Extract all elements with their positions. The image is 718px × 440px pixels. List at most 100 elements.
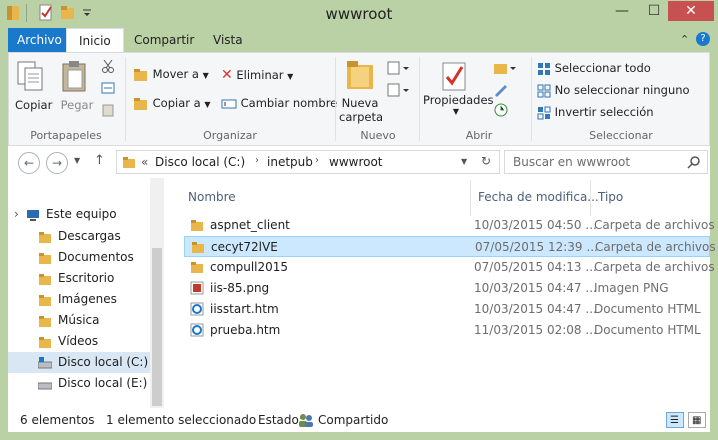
file-row[interactable]: aspnet_client 10/03/2015 04:50 ... Carpeta… [184, 215, 715, 236]
copy-to-button[interactable]: Copiar a ▼ [133, 96, 211, 111]
search-box[interactable]: Buscar en wwwroot [504, 150, 708, 174]
forward-button[interactable]: → [46, 152, 68, 174]
copy-to-label: Copiar a [152, 96, 201, 110]
documents-folder-icon [38, 251, 52, 264]
large-icons-view-button[interactable]: ▦ [688, 412, 706, 428]
select-none-label: No seleccionar ninguno [554, 83, 690, 97]
folder-icon [123, 157, 135, 168]
search-icon[interactable] [687, 155, 701, 169]
content-area: Este equipo › Descargas Documentos Escritori… [8, 178, 716, 408]
breadcrumb-disco-c[interactable]: Disco local (C:) [155, 155, 245, 169]
details-view-button[interactable]: ☰ [666, 412, 684, 428]
nav-item-1[interactable]: Descargas [8, 226, 150, 247]
minimize-button[interactable]: — [608, 1, 636, 21]
file-type: Documento HTML [594, 302, 701, 316]
breadcrumb-overflow[interactable]: « [141, 155, 148, 169]
properties-icon [442, 62, 466, 91]
group-abrir: Abrir [465, 129, 493, 142]
nav-item-label: Imágenes [58, 292, 117, 306]
tab-compartir[interactable]: Compartir [122, 28, 206, 52]
nav-item-4[interactable]: Imágenes [8, 289, 150, 310]
videos-folder-icon [38, 335, 52, 348]
file-row[interactable]: cecyt72lVE 07/05/2015 12:39 ... Carpeta de… [184, 236, 716, 257]
search-input-placeholder[interactable]: Buscar en wwwroot [513, 155, 630, 169]
recent-locations-icon[interactable]: ▼ [74, 156, 80, 165]
file-row[interactable]: iisstart.htm 10/03/2015 04:47 ... Document… [184, 299, 710, 320]
nav-item-7[interactable]: Disco local (C:) [8, 352, 150, 373]
tab-archivo[interactable]: Archivo [8, 28, 71, 52]
nav-item-2[interactable]: Documentos [8, 247, 150, 268]
tab-inicio[interactable]: Inicio [66, 28, 124, 52]
move-to-label: Mover a [152, 67, 199, 81]
collapse-ribbon-icon[interactable]: ⌃ [680, 33, 689, 46]
select-all-button[interactable]: Seleccionar todo [537, 61, 651, 76]
history-icon[interactable] [493, 103, 509, 117]
file-type: Imagen PNG [594, 281, 669, 295]
invert-selection-label: Invertir selección [554, 105, 654, 119]
downloads-folder-icon [38, 230, 52, 243]
file-date: 07/05/2015 04:13 ... [474, 260, 597, 274]
nav-item-label: Escritorio [58, 271, 115, 285]
refresh-icon[interactable]: ↻ [481, 154, 491, 168]
chevron-down-icon: ▼ [204, 100, 211, 109]
breadcrumb-inetpub[interactable]: inetpub [267, 155, 313, 169]
breadcrumb-wwwroot[interactable]: wwwroot [329, 155, 383, 169]
selection-count: 1 elemento seleccionado [106, 413, 257, 427]
explorer-window: wwwroot — ☐ ✕ Archivo Inicio Compartir V… [0, 0, 718, 440]
nav-item-5[interactable]: Música [8, 310, 150, 331]
properties-button[interactable]: Propiedades ▼ [423, 57, 494, 116]
folder-icon [190, 260, 204, 274]
ribbon-home: Copiar Pegar Portapapeles Mover a ▼ Copi… [8, 52, 710, 146]
address-bar[interactable]: « Disco local (C:) › inetpub › wwwroot ▼… [116, 150, 500, 174]
column-type-header[interactable]: Tipo [598, 178, 623, 216]
copy-path-icon[interactable] [101, 81, 115, 95]
rename-label: Cambiar nombre [240, 96, 338, 110]
open-icon[interactable] [493, 61, 517, 75]
file-row[interactable]: compull2015 07/05/2015 04:13 ... Carpeta d… [184, 257, 715, 278]
new-folder-button[interactable]: Nueva carpeta [339, 57, 383, 124]
edit-icon[interactable] [493, 83, 509, 97]
file-row[interactable]: prueba.htm 11/03/2015 02:08 ... Documento … [184, 320, 710, 341]
move-to-button[interactable]: Mover a ▼ [133, 67, 209, 82]
select-none-button[interactable]: No seleccionar ninguno [537, 83, 690, 98]
nav-item-0[interactable]: Este equipo › [8, 204, 150, 225]
title-bar: wwwroot — ☐ ✕ [0, 0, 718, 28]
paste-shortcut-icon[interactable] [101, 103, 115, 117]
nav-item-3[interactable]: Escritorio [8, 268, 150, 289]
back-button[interactable]: ← [18, 152, 40, 174]
new-item-icon[interactable] [387, 61, 411, 75]
cut-icon[interactable] [101, 59, 115, 73]
chevron-right-icon[interactable]: › [255, 155, 259, 166]
column-date-header[interactable]: Fecha de modifica... [478, 178, 599, 216]
file-name: cecyt72lVE [211, 240, 278, 254]
forward-arrow-icon: → [51, 156, 63, 170]
nav-item-8[interactable]: Disco local (E:) [8, 373, 150, 394]
group-portapapeles: Portapapeles [30, 129, 102, 142]
up-arrow-icon[interactable]: ↑ [94, 153, 105, 168]
paste-button[interactable]: Pegar [59, 59, 95, 112]
rename-button[interactable]: Cambiar nombre [221, 96, 337, 110]
tab-vista[interactable]: Vista [201, 28, 255, 52]
nav-item-6[interactable]: Vídeos [8, 331, 150, 352]
large-icons-view-icon: ▦ [692, 415, 702, 426]
help-icon[interactable]: ? [696, 32, 710, 46]
delete-button[interactable]: ✕ Eliminar ▼ [221, 67, 293, 83]
nav-scrollbar-thumb[interactable] [152, 248, 162, 406]
file-row[interactable]: iis-85.png 10/03/2015 04:47 ... Imagen PNG [184, 278, 710, 299]
address-dropdown-icon[interactable]: ▼ [461, 157, 467, 166]
copy-icon [17, 61, 43, 91]
nav-item-label: Disco local (E:) [58, 376, 148, 390]
column-name-header[interactable]: Nombre [188, 178, 236, 216]
close-button[interactable]: ✕ [668, 1, 714, 21]
copy-button[interactable]: Copiar [15, 59, 52, 112]
back-arrow-icon: ← [23, 156, 35, 170]
expand-chevron-icon[interactable]: › [14, 204, 19, 225]
ribbon-tab-bar: Archivo Inicio Compartir Vista ⌃ ? [0, 28, 718, 52]
chevron-right-icon[interactable]: › [315, 155, 319, 166]
maximize-button[interactable]: ☐ [640, 1, 668, 21]
invert-selection-button[interactable]: Invertir selección [537, 105, 654, 120]
group-nuevo: Nuevo [360, 129, 396, 142]
easy-access-icon[interactable] [387, 83, 411, 97]
drive-icon [37, 377, 53, 390]
group-seleccionar: Seleccionar [589, 129, 653, 142]
